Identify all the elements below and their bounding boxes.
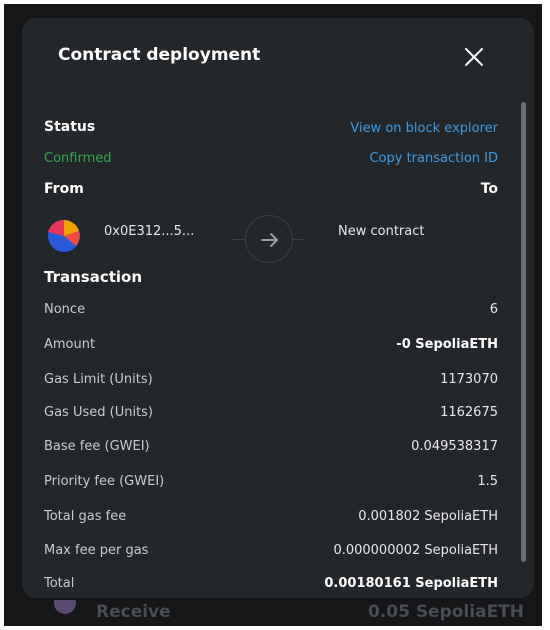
max-fee-per-gas-value: 0.000000002 SepoliaETH: [333, 543, 498, 558]
arrow-right-icon: [261, 233, 278, 247]
gas-limit-label: Gas Limit (Units): [44, 372, 153, 387]
app-screen: Receive 0.05 SepoliaETH Contract deploym…: [4, 4, 542, 626]
total-label: Total: [44, 576, 75, 591]
to-label: To: [480, 181, 498, 197]
view-on-block-explorer-link[interactable]: View on block explorer: [350, 121, 498, 136]
nonce-label: Nonce: [44, 302, 86, 317]
priority-fee-value: 1.5: [477, 474, 498, 489]
status-badge: Confirmed: [44, 151, 112, 166]
modal-title: Contract deployment: [58, 45, 261, 65]
background-activity-row: Receive 0.05 SepoliaETH: [4, 600, 542, 626]
divider: [232, 239, 245, 240]
close-button[interactable]: [461, 44, 487, 70]
copy-transaction-id-link[interactable]: Copy transaction ID: [369, 151, 498, 166]
base-fee-value: 0.049538317: [411, 439, 498, 454]
close-icon: [465, 48, 483, 66]
base-fee-label: Base fee (GWEI): [44, 439, 150, 454]
gas-used-value: 1162675: [440, 405, 498, 420]
gas-used-label: Gas Used (Units): [44, 405, 153, 420]
background-row-value: 0.05 SepoliaETH: [367, 602, 524, 622]
priority-fee-label: Priority fee (GWEI): [44, 474, 165, 489]
transaction-heading: Transaction: [44, 268, 143, 286]
amount-label: Amount: [44, 337, 96, 352]
account-avatar[interactable]: [46, 218, 82, 254]
nonce-value: 6: [489, 302, 498, 317]
divider: [293, 239, 303, 240]
token-icon: [54, 600, 76, 614]
gas-limit-value: 1173070: [440, 372, 498, 387]
transaction-details-modal: Contract deployment Status View on block…: [22, 18, 534, 598]
total-gas-fee-value: 0.001802 SepoliaETH: [358, 509, 498, 524]
background-row-label: Receive: [96, 602, 171, 622]
from-label: From: [44, 181, 84, 197]
total-gas-fee-label: Total gas fee: [44, 509, 127, 524]
total-value: 0.00180161 SepoliaETH: [324, 576, 498, 591]
scrollbar[interactable]: [521, 102, 526, 562]
amount-value: -0 SepoliaETH: [396, 337, 498, 352]
max-fee-per-gas-label: Max fee per gas: [44, 543, 149, 558]
to-value: New contract: [338, 224, 425, 239]
status-label: Status: [44, 119, 96, 135]
direction-indicator: [245, 215, 293, 263]
from-address[interactable]: 0x0E312...5...: [104, 224, 194, 239]
